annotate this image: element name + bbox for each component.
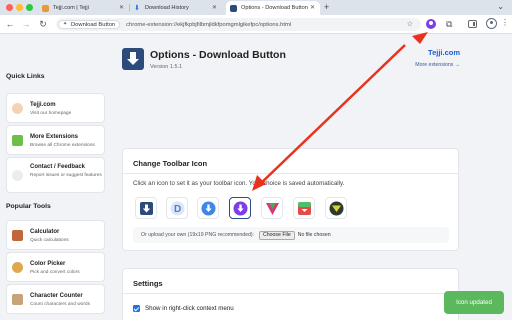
context-menu-option[interactable]: Show in right-click context menu xyxy=(133,305,234,312)
svg-text:D: D xyxy=(174,204,181,215)
sidebar: Quick Links Tejji.com Visit our homepage… xyxy=(0,35,110,320)
purple-circle-arrow-icon xyxy=(233,201,248,216)
puzzle-icon xyxy=(12,135,23,146)
icon-option-green-red[interactable] xyxy=(293,197,315,219)
tab-close-icon[interactable]: ✕ xyxy=(310,4,315,11)
tab-close-icon[interactable]: ✕ xyxy=(212,4,217,11)
section-divider xyxy=(123,293,458,294)
tool-title: Color Picker xyxy=(30,261,66,267)
browser-tab-options[interactable]: Options - Download Button ✕ xyxy=(226,1,320,15)
window-close-button[interactable] xyxy=(6,4,13,11)
extension-puzzle-icon: ✦ xyxy=(63,21,68,27)
upload-label: Or upload your own (19x19 PNG recommende… xyxy=(141,232,255,238)
toolbar-icon-heading: Change Toolbar Icon xyxy=(133,159,208,168)
forward-arrow-icon[interactable]: → xyxy=(20,18,32,30)
browser-toolbar: ← → ↻ ✦ Download Button chrome-extension… xyxy=(0,15,512,34)
quick-link-desc: Browse all Chrome extensions xyxy=(30,143,95,148)
window-maximize-button[interactable] xyxy=(26,4,33,11)
icon-option-blue-circle[interactable] xyxy=(197,197,219,219)
browser-titlebar: Tejji.com | Tejji ✕ ⬇ Download History ✕… xyxy=(0,0,512,15)
icon-option-yellow-dark[interactable] xyxy=(325,197,347,219)
toolbar-icon-instruction: Click an icon to set it as your toolbar … xyxy=(133,180,345,187)
settings-card: Settings Show in right-click context men… xyxy=(122,268,459,320)
tool-color-picker[interactable]: Color Picker Pick and convert colors xyxy=(6,252,105,282)
tab-close-icon[interactable]: ✕ xyxy=(119,4,124,11)
tejji-avatar-icon xyxy=(12,103,23,114)
profile-avatar-icon[interactable] xyxy=(486,18,497,29)
tejji-favicon-icon xyxy=(42,4,49,12)
quick-link-contact[interactable]: Contact / Feedback Report issues or sugg… xyxy=(6,157,105,193)
tab-search-chevron-icon[interactable]: ⌄ xyxy=(497,2,504,11)
upload-row: Or upload your own (19x19 PNG recommende… xyxy=(133,227,449,243)
popular-tools-heading: Popular Tools xyxy=(6,203,51,210)
green-pink-triangle-icon xyxy=(266,203,279,215)
url-text: chrome-extension://ekjfkpbjfilbmjldkfpom… xyxy=(126,21,292,28)
blue-letter-d-icon: D xyxy=(170,201,185,216)
blue-circle-arrow-icon xyxy=(201,201,216,216)
tool-title: Character Counter xyxy=(30,293,83,299)
icon-option-navy-square[interactable] xyxy=(135,197,157,219)
download-favicon-icon: ⬇ xyxy=(134,4,140,12)
settings-heading: Settings xyxy=(133,279,163,288)
download-button-extension-icon[interactable] xyxy=(426,19,436,29)
speech-bubble-icon xyxy=(12,170,23,181)
tool-desc: Quick calculations xyxy=(30,238,69,243)
side-panel-icon[interactable] xyxy=(468,20,477,28)
tool-desc: Count characters and words xyxy=(30,302,90,307)
back-arrow-icon[interactable]: ← xyxy=(4,18,16,30)
download-button-logo-icon xyxy=(122,48,144,70)
tab-title: Download History xyxy=(145,5,189,11)
tejji-link[interactable]: Tejji.com xyxy=(428,48,460,57)
browser-tab-tejji[interactable]: Tejji.com | Tejji ✕ xyxy=(38,1,129,15)
address-bar[interactable]: ✦ Download Button chrome-extension://ekj… xyxy=(56,18,421,31)
icon-option-purple-circle[interactable] xyxy=(229,197,251,219)
tab-title: Options - Download Button xyxy=(241,5,308,11)
window-minimize-button[interactable] xyxy=(16,4,23,11)
quick-links-heading: Quick Links xyxy=(6,73,45,80)
quick-link-title: Tejji.com xyxy=(30,102,56,108)
tool-desc: Pick and convert colors xyxy=(30,270,80,275)
new-tab-plus-icon[interactable]: + xyxy=(324,2,329,12)
section-divider xyxy=(123,173,458,174)
yellow-dark-circle-icon xyxy=(329,201,344,216)
tool-calculator[interactable]: Calculator Quick calculations xyxy=(6,220,105,250)
context-menu-checkbox[interactable] xyxy=(133,305,140,312)
tool-character-counter[interactable]: Character Counter Count characters and w… xyxy=(6,284,105,314)
extensions-puzzle-icon[interactable]: ⧉ xyxy=(446,19,456,29)
version-label: Version 1.5.1 xyxy=(150,64,183,70)
quick-link-desc: Visit our homepage xyxy=(30,111,72,116)
more-extensions-link[interactable]: More extensions → xyxy=(415,62,460,68)
browser-tab-download-history[interactable]: ⬇ Download History ✕ xyxy=(130,1,222,15)
palette-icon xyxy=(12,262,23,273)
extension-origin-chip[interactable]: ✦ Download Button xyxy=(58,20,121,29)
document-icon xyxy=(12,294,23,305)
tab-title: Tejji.com | Tejji xyxy=(53,5,89,11)
chip-label: Download Button xyxy=(71,21,116,28)
page-title: Options - Download Button xyxy=(150,49,286,61)
no-file-label: No file chosen xyxy=(297,232,331,238)
quick-link-title: Contact / Feedback xyxy=(30,164,86,170)
quick-link-tejji[interactable]: Tejji.com Visit our homepage xyxy=(6,93,105,123)
choose-file-button[interactable]: Choose File xyxy=(259,230,295,240)
kebab-menu-icon[interactable]: ⋮ xyxy=(501,18,509,27)
options-header: Options - Download Button Version 1.5.1 … xyxy=(122,42,460,82)
bookmark-star-icon[interactable]: ☆ xyxy=(407,20,413,28)
reload-icon[interactable]: ↻ xyxy=(37,18,49,30)
quick-link-title: More Extensions xyxy=(30,134,79,140)
toolbar-icon-card: Change Toolbar Icon Click an icon to set… xyxy=(122,148,459,251)
quick-link-desc: Report issues or suggest features xyxy=(30,173,102,178)
navy-square-arrow-icon xyxy=(140,202,153,215)
calculator-icon xyxy=(12,230,23,241)
download-button-favicon-icon xyxy=(230,4,237,12)
icon-updated-toast: Icon updated xyxy=(444,291,504,314)
context-menu-label: Show in right-click context menu xyxy=(145,305,234,312)
icon-option-green-pink[interactable] xyxy=(261,197,283,219)
quick-link-more-extensions[interactable]: More Extensions Browse all Chrome extens… xyxy=(6,125,105,155)
tool-title: Calculator xyxy=(30,229,60,235)
icon-option-letter-d[interactable]: D xyxy=(166,197,188,219)
green-red-box-icon xyxy=(298,202,311,215)
